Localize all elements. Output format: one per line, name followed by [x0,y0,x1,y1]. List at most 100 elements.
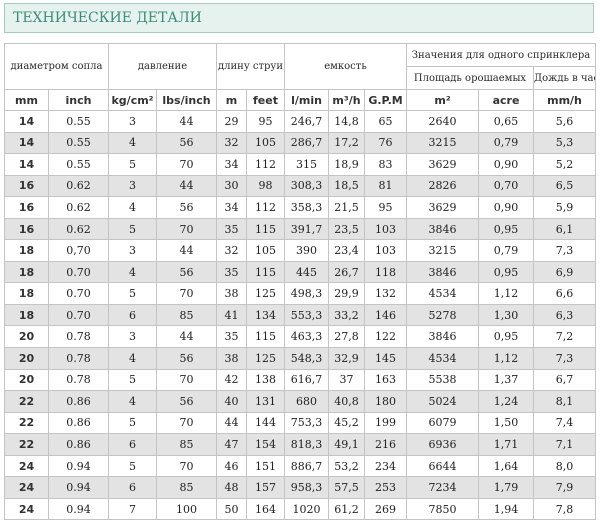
table-cell: 315 [284,153,329,176]
table-cell: 6,3 [533,303,596,327]
table-cell: 70 [156,454,217,478]
table-cell: 0.55 [48,110,109,133]
table-cell: 105 [246,131,285,155]
table-row: 24 0.94 5 70 46 151 886,7 53,2 234 6644 1,64 8,0 [4,454,596,478]
table-cell: 0.55 [48,153,109,176]
table-cell: 6 [108,303,157,327]
table-cell: 151 [246,454,285,478]
table-cell: 0.62 [48,174,109,198]
table-cell: 2640 [406,110,479,133]
table-cell: 56 [156,390,217,413]
table-row: 20 0.78 5 70 42 138 616,7 37 163 5538 1,37 6,7 [4,368,596,392]
table-cell: 0.86 [48,433,109,456]
header-nozzle: диаметром сопла [4,43,109,90]
table-cell: 246,7 [284,110,329,133]
table-cell: 358,3 [284,196,329,219]
table-cell: 3629 [406,196,479,219]
table-cell: 5,9 [533,196,596,219]
table-cell: 57,5 [328,476,365,499]
table-cell: 1,12 [478,282,534,305]
table-cell: 0,79 [478,131,534,155]
page-title: ТЕХНИЧЕСКИЕ ДЕТАЛИ [4,3,594,33]
table-cell: 0.62 [48,217,109,241]
table-cell: 16 [4,174,49,198]
table-cell: 553,3 [284,303,329,327]
table-cell: 163 [364,368,407,392]
table-cell: 199 [364,411,407,435]
table-cell: 0,70 [48,239,109,262]
table-cell: 5024 [406,390,479,413]
table-cell: 98 [246,174,285,198]
table-cell: 5 [108,454,157,478]
table-cell: 61,2 [328,497,365,520]
table-cell: 103 [364,239,407,262]
table-cell: 5 [108,282,157,305]
table-cell: 7850 [406,497,479,520]
table-cell: 34 [216,153,247,176]
table-row: 24 0.94 6 85 48 157 958,3 57,5 253 7234 1,79 7,9 [4,476,596,499]
table-cell: 40 [216,390,247,413]
table-cell: 5 [108,368,157,392]
table-cell: 115 [246,325,285,349]
table-cell: 391,7 [284,217,329,241]
table-cell: 1,94 [478,497,534,520]
table-cell: 4 [108,131,157,155]
table-cell: 16 [4,217,49,241]
table-cell: 14 [4,153,49,176]
table-cell: 20 [4,325,49,349]
table-cell: 18 [4,303,49,327]
unit-header: m³/h [328,89,365,111]
table-cell: 29,9 [328,282,365,305]
table-cell: 1,71 [478,433,534,456]
table-cell: 16 [4,196,49,219]
table-row: 22 0.86 5 70 44 144 753,3 45,2 199 6079 1,50 7,4 [4,411,596,435]
table-cell: 498,3 [284,282,329,305]
table-cell: 32 [216,131,247,155]
table-cell: 0.86 [48,411,109,435]
header-pressure: давление [108,43,217,90]
table-row: 18 0.70 4 56 35 115 445 26,7 118 3846 0,95 6,9 [4,260,596,284]
table-cell: 56 [156,347,217,370]
table-row: 24 0.94 7 100 50 164 1020 61,2 269 7850 1,94 7,8 [4,497,596,520]
table-cell: 35 [216,217,247,241]
table-row: 16 0.62 3 44 30 98 308,3 18,5 81 2826 0,70 6,5 [4,174,596,198]
table-cell: 146 [364,303,407,327]
table-cell: 0.94 [48,454,109,478]
table-cell: 85 [156,303,217,327]
table-cell: 5 [108,153,157,176]
table-cell: 164 [246,497,285,520]
table-cell: 680 [284,390,329,413]
table-cell: 0,95 [478,217,534,241]
table-cell: 308,3 [284,174,329,198]
table-cell: 138 [246,368,285,392]
table-cell: 234 [364,454,407,478]
table-cell: 4534 [406,282,479,305]
table-cell: 2826 [406,174,479,198]
table-cell: 753,3 [284,411,329,435]
table-cell: 56 [156,131,217,155]
table-cell: 44 [156,110,217,133]
table-row: 18 0.70 5 70 38 125 498,3 29,9 132 4534 1,12 6,6 [4,282,596,305]
table-cell: 0.94 [48,497,109,520]
header-area: Площадь орошаемых [406,66,534,90]
table-cell: 21,5 [328,196,365,219]
table-cell: 4 [108,260,157,284]
table-cell: 5538 [406,368,479,392]
table-cell: 85 [156,476,217,499]
table-cell: 115 [246,217,285,241]
header-throw: длину струи [216,43,285,90]
table-cell: 122 [364,325,407,349]
table-cell: 22 [4,411,49,435]
table-cell: 0.55 [48,131,109,155]
unit-header: inch [48,89,109,111]
table-cell: 46 [216,454,247,478]
table-cell: 7,8 [533,497,596,520]
table-cell: 115 [246,260,285,284]
table-cell: 24 [4,476,49,499]
unit-header: mm/h [533,89,596,111]
table-cell: 70 [156,411,217,435]
table-cell: 18 [4,282,49,305]
table-cell: 6644 [406,454,479,478]
table-cell: 70 [156,217,217,241]
table-row: 18 0,70 3 44 32 105 390 23,4 103 3215 0,79 7,3 [4,239,596,262]
